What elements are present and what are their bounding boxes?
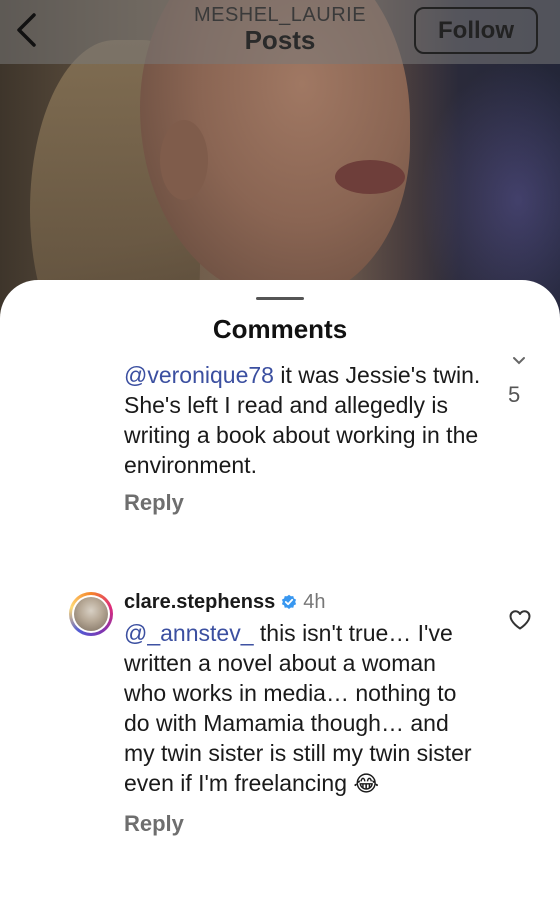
comment-timestamp: 4h xyxy=(303,590,326,613)
reply-button[interactable]: Reply xyxy=(124,490,484,516)
mention-link[interactable]: @veronique78 xyxy=(124,362,274,388)
follow-button[interactable]: Follow xyxy=(414,7,538,54)
like-count: 5 xyxy=(508,382,521,407)
comment-item: clare.stephenss 4h @_annstev_ this isn't… xyxy=(124,588,484,837)
comment-text: @veronique78 it was Jessie's twin. She's… xyxy=(124,360,484,480)
sheet-title: Comments xyxy=(212,314,348,344)
comment-body: this isn't true… I've written a novel ab… xyxy=(124,620,472,796)
comment-text: @_annstev_ this isn't true… I've written… xyxy=(124,618,484,799)
avatar[interactable] xyxy=(69,592,113,636)
verified-badge-icon xyxy=(282,594,297,609)
chevron-down-icon[interactable] xyxy=(512,356,526,366)
heart-outline-icon[interactable] xyxy=(508,608,532,632)
top-header: MESHEL_LAURIE Posts Follow xyxy=(0,0,560,64)
comments-sheet: Comments 5 @veronique78 it was Jessie's … xyxy=(0,280,560,900)
laughing-emoji: 😂 xyxy=(353,771,380,796)
sheet-grabber[interactable] xyxy=(256,297,304,300)
comment-item: @veronique78 it was Jessie's twin. She's… xyxy=(124,360,484,516)
comment-meta: clare.stephenss 4h xyxy=(124,588,484,616)
mention-link[interactable]: @_annstev_ xyxy=(124,620,254,646)
commenter-username[interactable]: clare.stephenss xyxy=(124,591,275,614)
reply-button[interactable]: Reply xyxy=(124,811,484,837)
